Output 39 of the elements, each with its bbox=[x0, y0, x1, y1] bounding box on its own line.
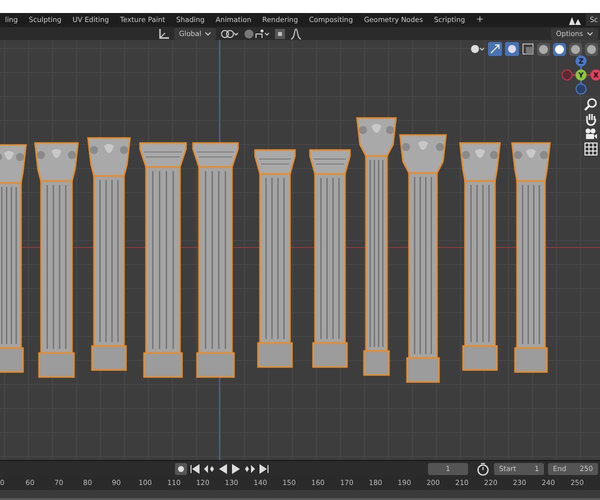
gizmo-toggle-icon[interactable] bbox=[488, 42, 502, 56]
record-icon[interactable] bbox=[175, 462, 187, 474]
camera-icon[interactable] bbox=[584, 127, 598, 141]
proportional-edit-icon[interactable] bbox=[274, 28, 286, 40]
zoom-icon[interactable] bbox=[584, 97, 598, 111]
snap-icon[interactable] bbox=[244, 28, 270, 40]
column-drawing[interactable] bbox=[459, 142, 501, 371]
hand-icon[interactable] bbox=[584, 112, 598, 126]
shading-mode-icon[interactable] bbox=[569, 42, 582, 56]
shading-mode-icon[interactable] bbox=[553, 42, 566, 56]
pivot-icon[interactable] bbox=[220, 28, 240, 40]
column-drawing[interactable] bbox=[139, 142, 187, 378]
jump-start-icon[interactable] bbox=[190, 462, 200, 474]
visibility-icon[interactable] bbox=[469, 43, 485, 55]
shading-mode-icon[interactable] bbox=[585, 42, 598, 56]
grid-icon[interactable] bbox=[584, 142, 598, 156]
overlay-toggle-icon[interactable] bbox=[505, 42, 519, 56]
jump-end-icon[interactable] bbox=[259, 462, 269, 474]
next-keyframe-icon[interactable] bbox=[244, 462, 256, 474]
shading-mode-icon[interactable] bbox=[537, 42, 550, 56]
column-drawing[interactable] bbox=[87, 137, 131, 371]
stopwatch-icon[interactable] bbox=[476, 462, 490, 476]
play-icon[interactable] bbox=[231, 462, 241, 474]
column-drawing[interactable] bbox=[511, 142, 551, 373]
column-drawing[interactable] bbox=[356, 117, 397, 376]
column-drawing[interactable] bbox=[34, 142, 79, 378]
falloff-curve-icon[interactable] bbox=[290, 28, 302, 40]
play-reverse-icon[interactable] bbox=[218, 462, 228, 474]
previous-keyframe-icon[interactable] bbox=[203, 462, 215, 474]
column-drawing[interactable] bbox=[254, 149, 296, 368]
column-drawing[interactable] bbox=[192, 142, 239, 378]
caret-icon bbox=[205, 32, 212, 36]
column-drawing[interactable] bbox=[0, 144, 27, 373]
column-drawing[interactable] bbox=[399, 134, 447, 383]
xray-icon[interactable] bbox=[522, 43, 534, 55]
caret-icon bbox=[587, 32, 593, 36]
column-drawing[interactable] bbox=[309, 149, 351, 368]
transform-orientation-icon bbox=[158, 28, 170, 40]
add-workspace-button[interactable]: + bbox=[471, 14, 489, 26]
